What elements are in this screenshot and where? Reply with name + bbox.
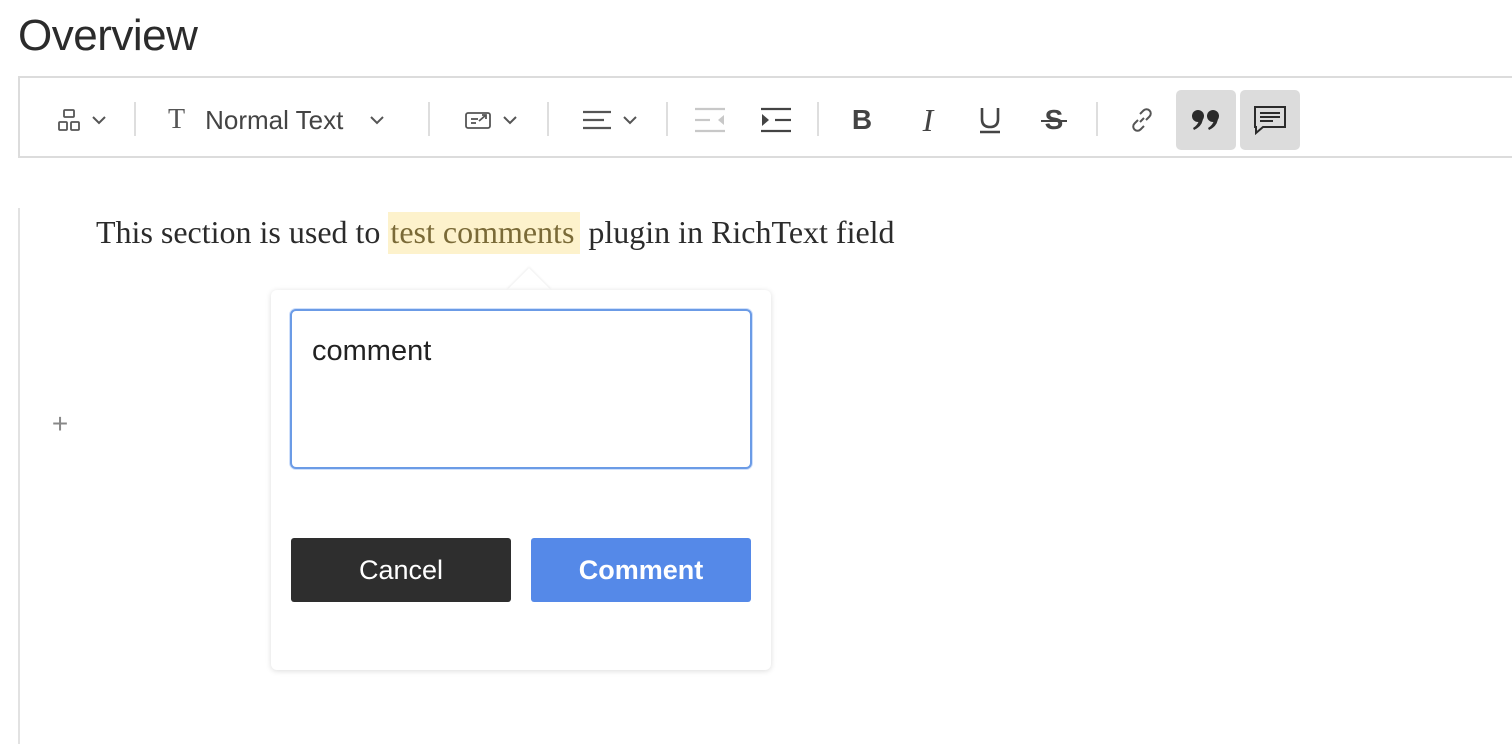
text-t-icon: T: [168, 104, 186, 135]
strikethrough-button[interactable]: S: [1032, 90, 1076, 150]
toolbar-divider: [428, 102, 430, 136]
chevron-down-icon: [369, 115, 385, 125]
insert-dropdown[interactable]: [456, 90, 526, 150]
toolbar-divider: [134, 102, 136, 136]
link-button[interactable]: [1120, 90, 1164, 150]
comment-highlight[interactable]: test comments: [388, 212, 581, 254]
comment-icon: [1253, 105, 1287, 135]
comment-button[interactable]: [1240, 90, 1300, 150]
blocks-icon: [57, 108, 81, 132]
page-title: Overview: [18, 11, 198, 60]
text-format-label: Normal Text: [205, 104, 344, 135]
toolbar-divider: [1096, 102, 1098, 136]
block-type-dropdown[interactable]: [48, 90, 116, 150]
underline-icon: [978, 106, 1002, 134]
blockquote-button[interactable]: [1176, 90, 1236, 150]
chevron-down-icon: [91, 115, 107, 125]
paragraph-text-before: This section is used to: [96, 214, 389, 250]
bold-button[interactable]: B: [840, 90, 884, 150]
outdent-icon: [694, 107, 726, 133]
insert-embed-icon: [464, 109, 492, 131]
outdent-button[interactable]: [688, 90, 732, 150]
indent-button[interactable]: [754, 90, 798, 150]
editor-paragraph[interactable]: This section is used to test comments pl…: [96, 208, 895, 256]
editor-toolbar: T Normal Text B I: [18, 76, 1512, 158]
indent-icon: [760, 107, 792, 133]
chevron-down-icon: [502, 115, 518, 125]
link-icon: [1129, 107, 1155, 133]
italic-icon: I: [922, 101, 934, 138]
comment-input[interactable]: comment: [290, 309, 752, 469]
underline-button[interactable]: [968, 90, 1012, 150]
cancel-button[interactable]: Cancel: [291, 538, 511, 602]
italic-button[interactable]: I: [906, 90, 950, 150]
comment-popover: comment Cancel Comment: [271, 290, 771, 670]
toolbar-divider: [666, 102, 668, 136]
paragraph-text-after: plugin in RichText field: [580, 214, 895, 250]
align-dropdown[interactable]: [576, 90, 644, 150]
submit-comment-button[interactable]: Comment: [531, 538, 751, 602]
plus-icon[interactable]: +: [48, 410, 72, 438]
chevron-down-icon: [622, 115, 638, 125]
quote-icon: [1191, 108, 1221, 132]
text-format-dropdown[interactable]: T Normal Text: [168, 90, 410, 150]
editor-left-border: [18, 208, 20, 744]
align-left-icon: [582, 109, 612, 131]
bold-icon: B: [851, 104, 873, 135]
popover-arrow: [507, 268, 551, 290]
toolbar-divider: [817, 102, 819, 136]
strikethrough-icon: S: [1040, 105, 1068, 135]
toolbar-divider: [547, 102, 549, 136]
